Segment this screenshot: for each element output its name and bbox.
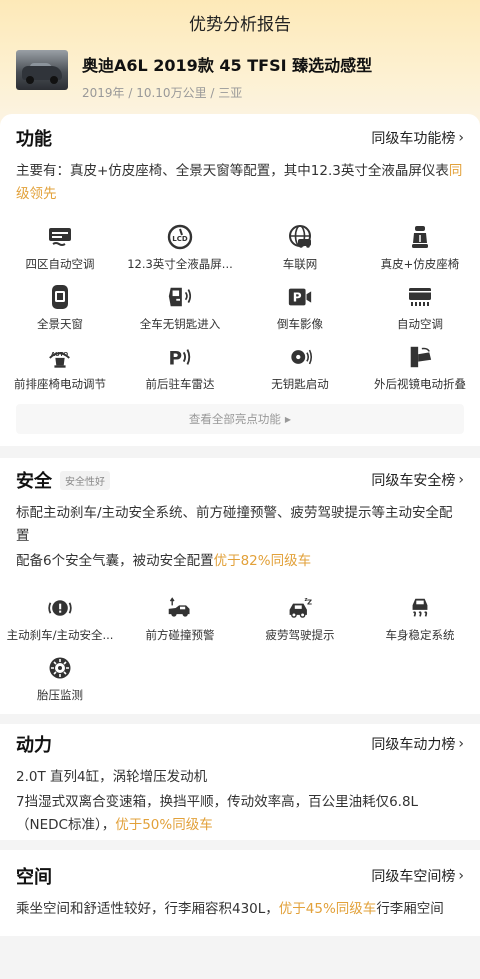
safety-feature-label: 车身稳定系统	[385, 628, 455, 642]
car-thumbnail	[16, 50, 68, 90]
safety-ranking-link[interactable]: 同级车安全榜 ›	[371, 470, 464, 490]
tire-pressure-icon	[47, 655, 73, 681]
function-feature-item[interactable]: 自动空调	[360, 284, 480, 344]
safety-highlight: 优于82%同级车	[213, 553, 312, 569]
function-description: 主要有：真皮+仿皮座椅、全景天窗等配置，其中12.3英寸全液晶屏仪表同级领先	[16, 163, 463, 202]
power-section: 动力 同级车动力榜 › 2.0T 直列4缸，涡轮增压发动机 7挡湿式双离合变速箱…	[0, 724, 480, 840]
space-description: 乘坐空间和舒适性较好，行李厢容积430L，优于45%同级车行李厢空间	[16, 901, 444, 917]
safety-ranking-label: 同级车安全榜	[371, 473, 456, 489]
safety-feature-label: 前方碰撞预警	[145, 628, 215, 642]
svg-text:Z: Z	[307, 599, 312, 607]
function-feature-item[interactable]: 全景天窗	[0, 284, 120, 344]
car-summary: 奥迪A6L 2019款 45 TFSI 臻选动感型 2019年 / 10.10万…	[16, 50, 372, 101]
keyless-entry-icon	[167, 284, 193, 310]
function-feature-item[interactable]: AUTO 前排座椅电动调节	[0, 344, 120, 404]
leather-seat-icon	[407, 224, 433, 250]
panoramic-sunroof-icon	[47, 284, 73, 310]
power-title: 动力	[16, 735, 52, 756]
safety-feature-item[interactable]: 车身稳定系统	[360, 595, 480, 655]
function-feature-label: 前后驻车雷达	[145, 377, 215, 391]
function-feature-grid: 四区自动空调 LCD 12.3英寸全液晶屏... 车联网 真皮+仿皮座椅全景天窗 全车无钥…	[0, 224, 480, 404]
function-feature-label: 前排座椅电动调节	[14, 377, 106, 391]
power-ranking-link[interactable]: 同级车动力榜 ›	[371, 734, 464, 754]
chevron-right-icon: ›	[458, 868, 464, 884]
power-transmission-description: 7挡湿式双离合变速箱，换挡平顺，传动效率高，百公里油耗仅6.8L（NEDC标准）…	[16, 794, 419, 833]
safety-description-active: 标配主动刹车/主动安全系统、前方碰撞预警、疲劳驾驶提示等主动安全配置	[16, 505, 453, 544]
function-feature-item[interactable]: 车联网	[240, 224, 360, 284]
svg-text:z: z	[305, 597, 308, 603]
reverse-camera-icon: P	[287, 284, 313, 310]
function-feature-label: 倒车影像	[277, 317, 323, 331]
function-ranking-label: 同级车功能榜	[371, 131, 456, 147]
power-highlight: 优于50%同级车	[115, 817, 213, 833]
space-ranking-label: 同级车空间榜	[371, 869, 456, 885]
function-feature-label: 12.3英寸全液晶屏...	[127, 257, 233, 271]
function-feature-label: 全景天窗	[37, 317, 83, 331]
auto-ac-icon	[407, 284, 433, 310]
report-header: 优势分析报告 奥迪A6L 2019款 45 TFSI 臻选动感型 2019年 /…	[0, 0, 480, 132]
function-feature-label: 外后视镜电动折叠	[374, 377, 466, 391]
safety-title: 安全	[16, 471, 52, 492]
function-feature-label: 四区自动空调	[25, 257, 95, 271]
safety-feature-item[interactable]: Zz 疲劳驾驶提示	[240, 595, 360, 655]
power-ranking-label: 同级车动力榜	[371, 737, 456, 753]
power-engine-description: 2.0T 直列4缸，涡轮增压发动机	[16, 769, 208, 785]
function-feature-item[interactable]: P 倒车影像	[240, 284, 360, 344]
function-feature-label: 真皮+仿皮座椅	[380, 257, 460, 271]
page-title: 优势分析报告	[189, 15, 291, 35]
car-network-icon	[287, 224, 313, 250]
svg-text:AUTO: AUTO	[51, 352, 68, 358]
function-feature-label: 无钥匙启动	[271, 377, 329, 391]
chevron-right-icon: ›	[458, 472, 464, 488]
svg-text:P: P	[169, 348, 183, 369]
keyless-start-icon	[287, 344, 313, 370]
mirror-fold-icon	[407, 344, 433, 370]
parking-radar-icon: P	[167, 344, 193, 370]
safety-feature-item[interactable]: 前方碰撞预警	[120, 595, 240, 655]
safety-feature-label: 主动刹车/主动安全...	[6, 628, 114, 642]
function-feature-item[interactable]: 真皮+仿皮座椅	[360, 224, 480, 284]
svg-text:LCD: LCD	[172, 235, 188, 243]
function-feature-item[interactable]: 四区自动空调	[0, 224, 120, 284]
function-ranking-link[interactable]: 同级车功能榜 ›	[371, 128, 464, 148]
four-zone-ac-icon	[47, 224, 73, 250]
safety-feature-item[interactable]: 胎压监测	[0, 655, 120, 715]
function-feature-item[interactable]: 无钥匙启动	[240, 344, 360, 404]
function-feature-item[interactable]: 外后视镜电动折叠	[360, 344, 480, 404]
function-title: 功能	[16, 129, 52, 150]
fatigue-alert-icon: Zz	[287, 595, 313, 621]
svg-text:P: P	[293, 291, 302, 305]
function-feature-item[interactable]: LCD 12.3英寸全液晶屏...	[120, 224, 240, 284]
function-feature-item[interactable]: 全车无钥匙进入	[120, 284, 240, 344]
space-ranking-link[interactable]: 同级车空间榜 ›	[371, 866, 464, 886]
safety-description-passive: 配备6个安全气囊，被动安全配置优于82%同级车	[16, 553, 312, 569]
view-all-features-button[interactable]: 查看全部亮点功能 ▶	[16, 404, 464, 434]
function-feature-label: 全车无钥匙进入	[139, 317, 221, 331]
safety-feature-label: 胎压监测	[37, 688, 83, 702]
safety-badge: 安全性好	[60, 470, 110, 490]
function-feature-label: 自动空调	[397, 317, 443, 331]
function-feature-item[interactable]: P 前后驻车雷达	[120, 344, 240, 404]
space-title: 空间	[16, 867, 52, 888]
safety-section: 安全 安全性好 同级车安全榜 › 标配主动刹车/主动安全系统、前方碰撞预警、疲劳…	[0, 458, 480, 714]
lcd-icon: LCD	[167, 224, 193, 250]
function-feature-label: 车联网	[282, 257, 318, 271]
safety-feature-item[interactable]: 主动刹车/主动安全...	[0, 595, 120, 655]
active-brake-icon	[47, 595, 73, 621]
chevron-right-icon: ›	[458, 736, 464, 752]
stability-control-icon	[407, 595, 433, 621]
power-seat-icon: AUTO	[47, 344, 73, 370]
collision-warning-icon	[167, 595, 193, 621]
function-section: 功能 同级车功能榜 › 主要有：真皮+仿皮座椅、全景天窗等配置，其中12.3英寸…	[0, 114, 480, 446]
safety-feature-grid: 主动刹车/主动安全... 前方碰撞预警 Zz 疲劳驾驶提示 车身稳定系统胎压监测	[0, 595, 480, 715]
safety-feature-label: 疲劳驾驶提示	[265, 628, 335, 642]
car-meta: 2019年 / 10.10万公里 / 三亚	[82, 86, 243, 100]
triangle-right-icon: ▶	[284, 414, 292, 424]
space-section: 空间 同级车空间榜 › 乘坐空间和舒适性较好，行李厢容积430L，优于45%同级…	[0, 850, 480, 936]
space-highlight: 优于45%同级车	[278, 901, 377, 917]
chevron-right-icon: ›	[458, 130, 464, 146]
car-name: 奥迪A6L 2019款 45 TFSI 臻选动感型	[82, 56, 373, 75]
